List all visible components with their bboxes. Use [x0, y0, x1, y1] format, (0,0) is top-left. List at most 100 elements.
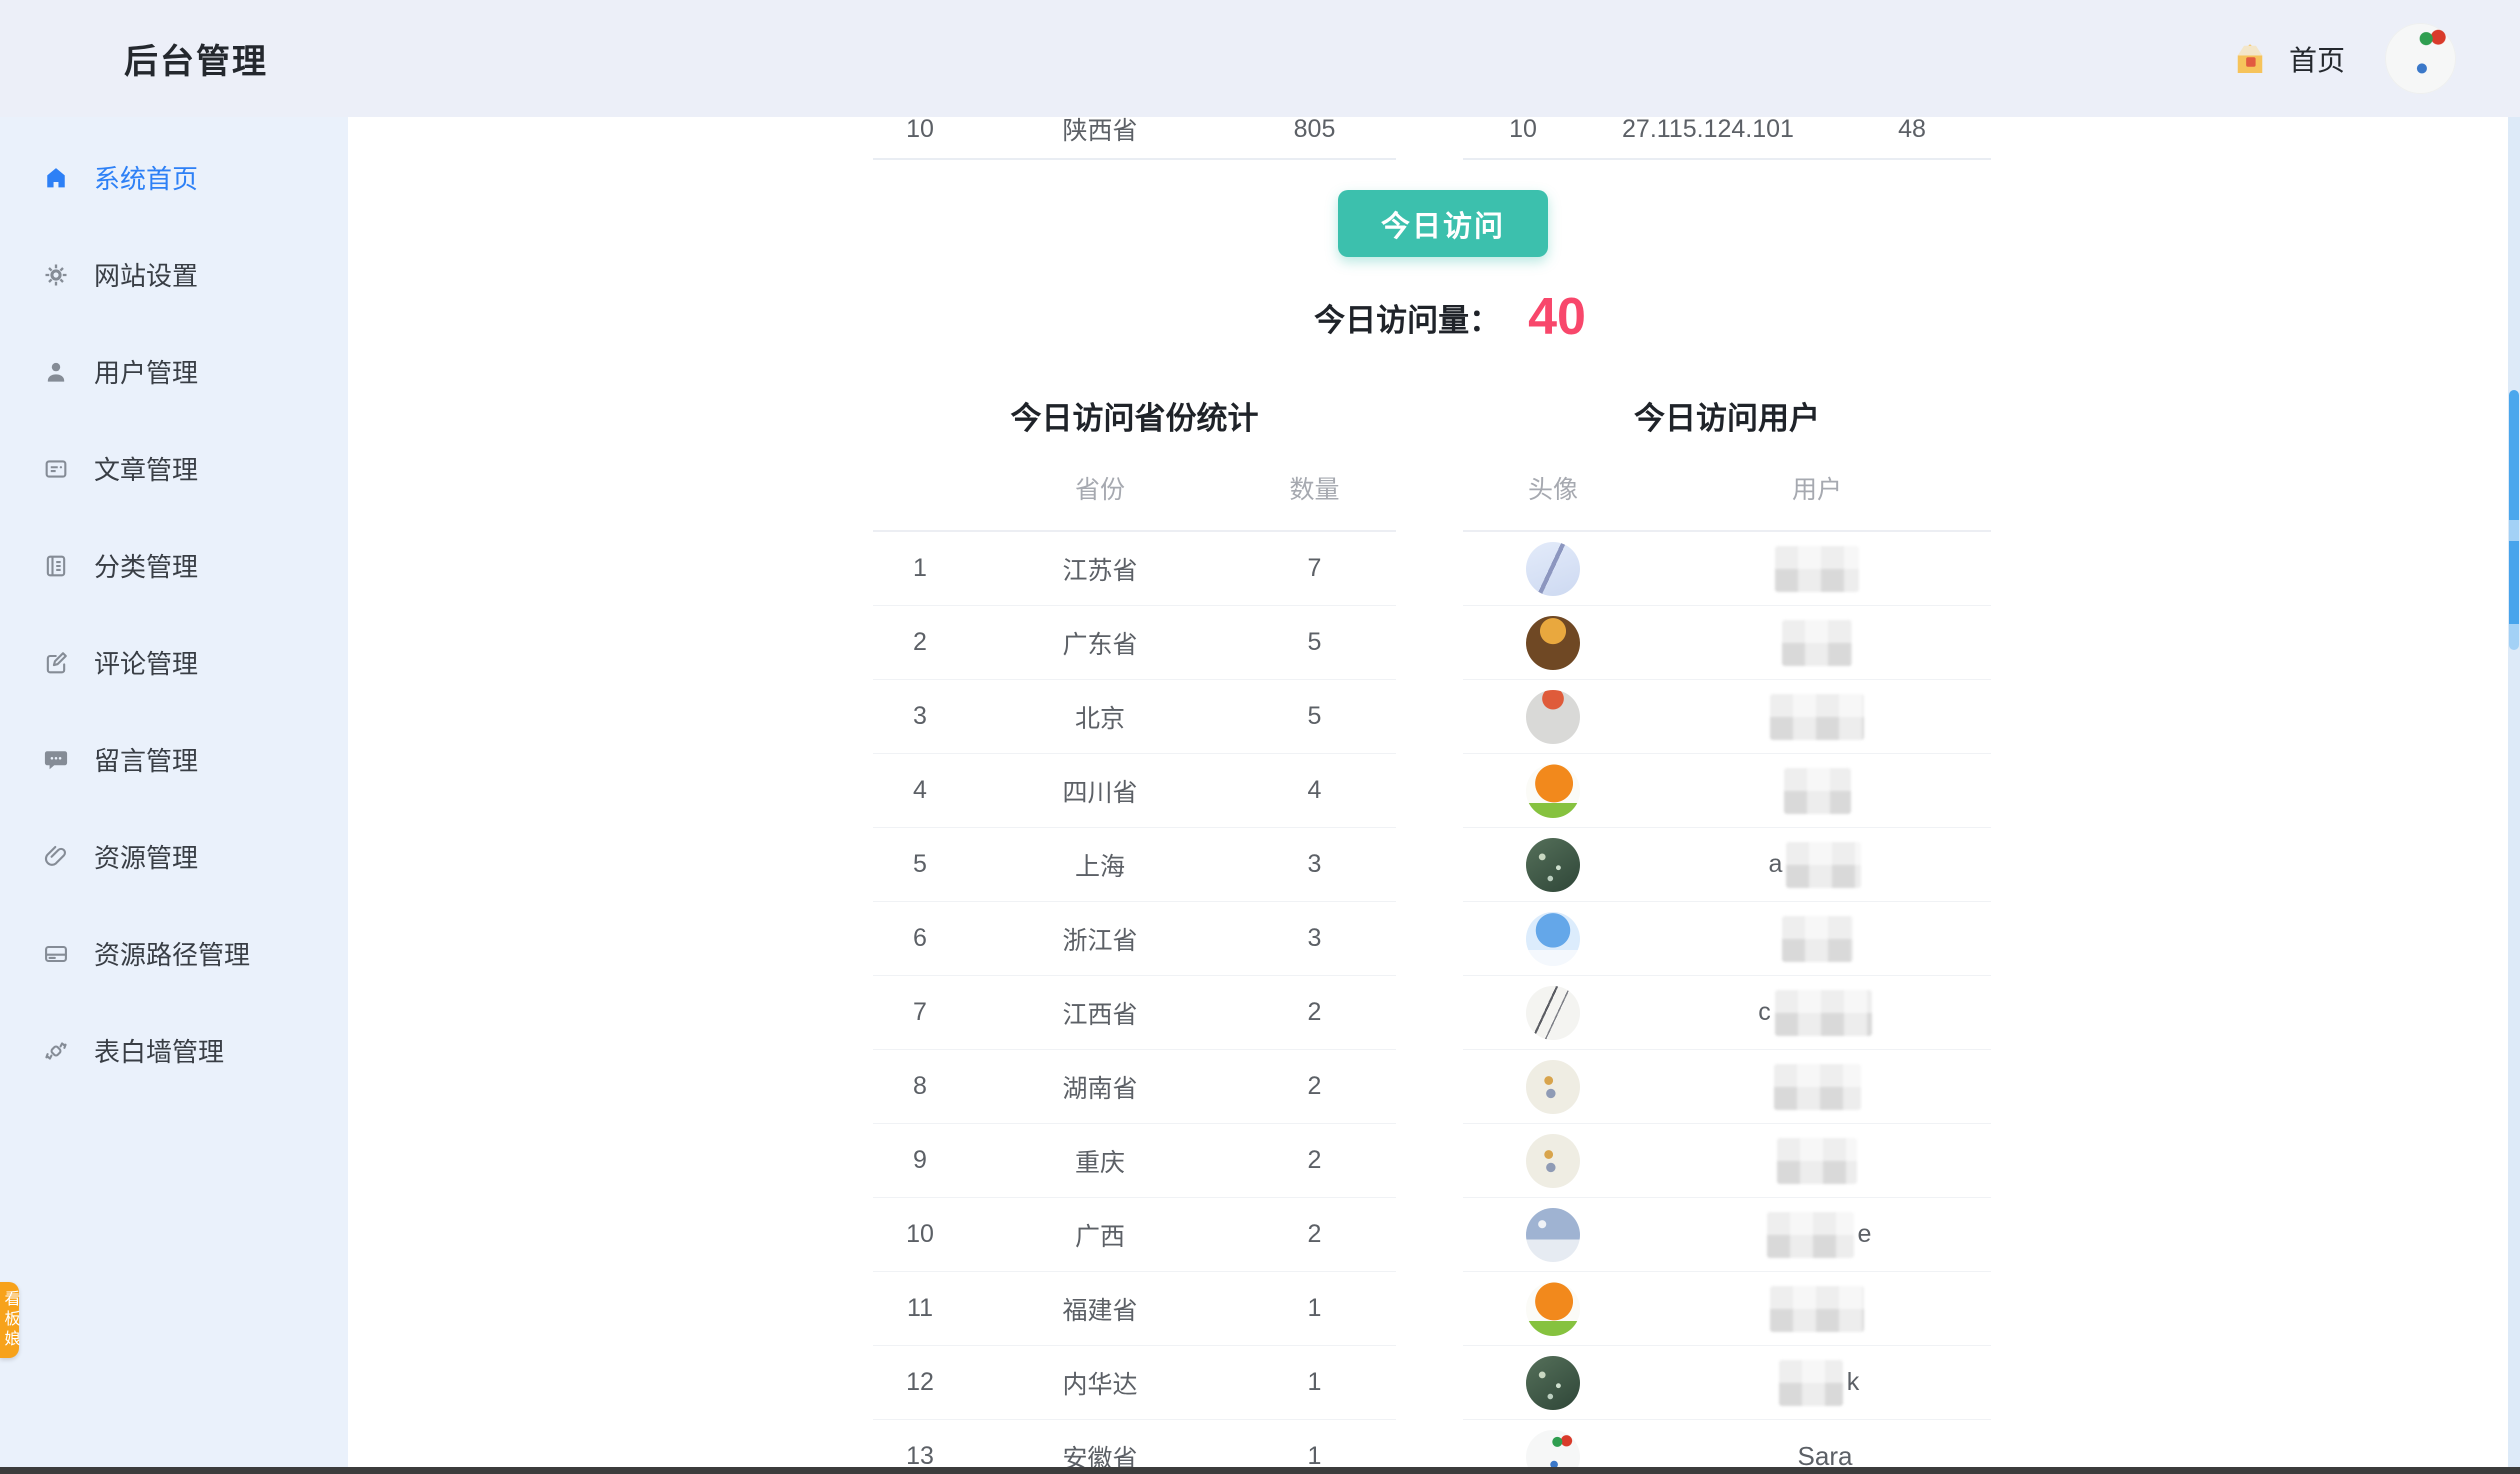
- sidebar-item-label: 网站设置: [94, 256, 198, 293]
- paperclip-icon: [42, 843, 70, 871]
- chat-icon: [42, 746, 70, 774]
- table-title: 今日访问省份统计: [873, 397, 1396, 445]
- gear-icon: [42, 261, 70, 289]
- table-row: e: [1463, 1198, 1991, 1272]
- sidebar-item-label: 表白墙管理: [94, 1032, 224, 1069]
- table-row: [1463, 606, 1991, 680]
- rank-cell: 10: [1463, 117, 1583, 144]
- rank-cell: 3: [873, 702, 967, 731]
- sidebar-item-site-settings[interactable]: 网站设置: [0, 226, 348, 323]
- article-icon: [42, 455, 70, 483]
- rank-cell: 6: [873, 924, 967, 953]
- home-icon: [2229, 38, 2271, 80]
- masked-username: [1786, 842, 1861, 888]
- home-link[interactable]: 首页: [2289, 39, 2345, 79]
- sidebar-item-category-mgmt[interactable]: 分类管理: [0, 517, 348, 614]
- count-cell: 2: [1233, 1072, 1396, 1101]
- table-row: [1463, 1272, 1991, 1346]
- count-cell: 4: [1233, 776, 1396, 805]
- rank-cell: 10: [873, 1220, 967, 1249]
- rank-cell: 13: [873, 1442, 967, 1468]
- table-row: 3北京5: [873, 680, 1396, 754]
- username-fragment: k: [1847, 1368, 1860, 1397]
- sidebar-item-label: 系统首页: [94, 159, 198, 196]
- divider: [873, 158, 1396, 160]
- admin-dashboard: 后台管理 首页 系统首页: [0, 0, 2520, 1474]
- table-row: 11福建省1: [873, 1272, 1396, 1346]
- visit-users-table: 今日访问用户 头像 用户 a c e k Sara: [1463, 397, 1991, 1468]
- today-visit-stat: 今日访问量： 40: [348, 277, 2508, 357]
- sidebar-item-label: 资源路径管理: [94, 935, 250, 972]
- province-cell: 北京: [967, 699, 1233, 735]
- user-avatar: [1526, 616, 1580, 670]
- bottom-bar: [0, 1467, 2520, 1474]
- masked-username: [1784, 768, 1851, 814]
- table-row: 4四川省4: [873, 754, 1396, 828]
- masked-username: [1782, 916, 1853, 962]
- scrollbar-thumb[interactable]: [2509, 390, 2519, 650]
- table-row: 6浙江省3: [873, 902, 1396, 976]
- count-cell: 1: [1233, 1294, 1396, 1323]
- province-cell: 江苏省: [967, 551, 1233, 587]
- sidebar-nav: 系统首页 网站设置 用户管理: [0, 129, 348, 1099]
- table-row: [1463, 532, 1991, 606]
- sidebar-item-resource-mgmt[interactable]: 资源管理: [0, 808, 348, 905]
- user-avatar: [1526, 1282, 1580, 1336]
- table-row: 9重庆2: [873, 1124, 1396, 1198]
- sidebar-item-article-mgmt[interactable]: 文章管理: [0, 420, 348, 517]
- edit-icon: [42, 649, 70, 677]
- table-row: 8湖南省2: [873, 1050, 1396, 1124]
- table-row: 7江西省2: [873, 976, 1396, 1050]
- user-avatar: [1526, 912, 1580, 966]
- sidebar-item-confession-wall-mgmt[interactable]: 表白墙管理: [0, 1002, 348, 1099]
- masked-username: [1777, 1138, 1857, 1184]
- province-cell: 重庆: [967, 1143, 1233, 1179]
- province-cell: 四川省: [967, 773, 1233, 809]
- masked-username: [1775, 990, 1872, 1036]
- sidebar-item-message-mgmt[interactable]: 留言管理: [0, 711, 348, 808]
- kanban-girl-tag[interactable]: 看板娘: [0, 1282, 19, 1358]
- username-fragment: e: [1858, 1220, 1872, 1249]
- table-row: Sara: [1463, 1420, 1991, 1468]
- user-avatar: [1526, 1060, 1580, 1114]
- province-cell: 湖南省: [967, 1069, 1233, 1105]
- province-cell: 广东省: [967, 625, 1233, 661]
- col-header-province: 省份: [967, 470, 1233, 506]
- col-header-avatar: 头像: [1463, 470, 1643, 506]
- table-row: [1463, 680, 1991, 754]
- home-icon: [42, 164, 70, 192]
- count-cell: 5: [1233, 702, 1396, 731]
- sidebar-item-user-mgmt[interactable]: 用户管理: [0, 323, 348, 420]
- rank-cell: 12: [873, 1368, 967, 1397]
- rank-cell: 11: [873, 1294, 967, 1323]
- visit-stat-label: 今日访问量：: [1314, 295, 1500, 340]
- masked-username: [1775, 546, 1859, 592]
- today-visits-button[interactable]: 今日访问: [1338, 190, 1548, 257]
- masked-username: [1782, 620, 1852, 666]
- sidebar-item-label: 文章管理: [94, 450, 198, 487]
- header-actions: 首页: [2229, 0, 2456, 117]
- count-cell: 2: [1233, 998, 1396, 1027]
- rank-cell: 9: [873, 1146, 967, 1175]
- province-stats-table: 今日访问省份统计 省份 数量 1江苏省7 2广东省5 3北京5 4四川省4 5上…: [873, 397, 1396, 1468]
- sidebar-item-resource-path-mgmt[interactable]: 资源路径管理: [0, 905, 348, 1002]
- province-cell: 陕西省: [967, 117, 1233, 147]
- count-cell: 1: [1233, 1368, 1396, 1397]
- sidebar-item-comment-mgmt[interactable]: 评论管理: [0, 614, 348, 711]
- user-avatar: [1526, 690, 1580, 744]
- province-cell: 广西: [967, 1217, 1233, 1253]
- user-avatar: [1526, 986, 1580, 1040]
- sidebar-item-system-home[interactable]: 系统首页: [0, 129, 348, 226]
- scrollbar-track[interactable]: [2508, 117, 2520, 1468]
- table-row: 1江苏省7: [873, 532, 1396, 606]
- table-row: a: [1463, 828, 1991, 902]
- notebook-icon: [42, 552, 70, 580]
- table-row: [1463, 1124, 1991, 1198]
- rank-cell: 1: [873, 554, 967, 583]
- table-row: c: [1463, 976, 1991, 1050]
- masked-username: [1770, 694, 1864, 740]
- user-avatar[interactable]: [2385, 23, 2456, 94]
- province-cell: 内华达: [967, 1365, 1233, 1401]
- user-avatar: [1526, 1430, 1580, 1469]
- main-content: 10 陕西省 805 10 27.115.124.101 48 今日访问 今日访…: [348, 117, 2508, 1468]
